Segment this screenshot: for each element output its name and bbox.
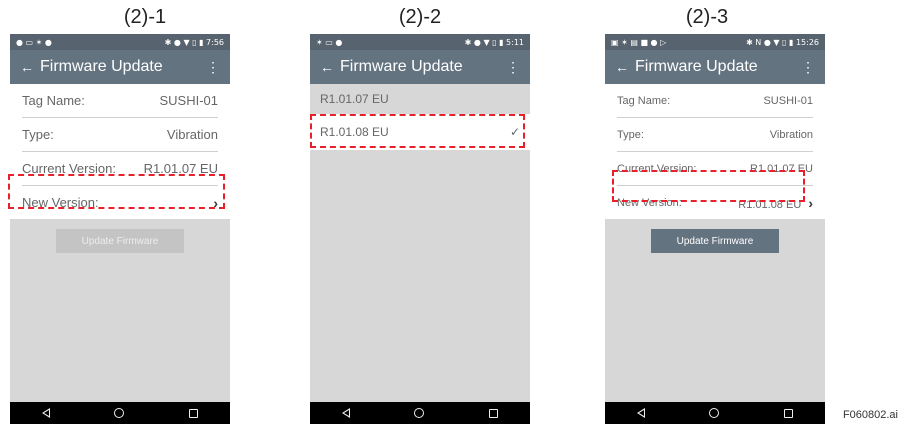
status-bar: ✶ ▭ ● ✱ ● ▼ ▯ ▮ 5:11	[310, 34, 530, 50]
nav-bar	[605, 402, 825, 424]
type-value: Vibration	[769, 128, 813, 141]
type-row: Type: Vibration	[617, 118, 813, 152]
back-arrow-icon[interactable]: ←	[615, 59, 635, 75]
nav-back-icon[interactable]	[42, 408, 51, 418]
tag-name-label: Tag Name:	[617, 94, 671, 107]
app-bar: ← Firmware Update ⋮	[310, 50, 530, 84]
current-version-row: Current Version: R1.01.07 EU	[617, 152, 813, 186]
type-value: Vibration	[166, 127, 218, 142]
new-version-row[interactable]: New Version: ›	[22, 186, 218, 219]
current-version-label: Current Version:	[22, 161, 116, 176]
overflow-menu-icon[interactable]: ⋮	[506, 59, 520, 76]
phone-screen-2: ✶ ▭ ● ✱ ● ▼ ▯ ▮ 5:11 ← Firmware Update ⋮…	[310, 34, 530, 424]
status-right-icons: ✱ ● ▼ ▯ ▮ 5:11	[464, 37, 524, 47]
tag-name-value: SUSHI-01	[159, 93, 218, 108]
nav-home-icon[interactable]	[709, 408, 720, 418]
new-version-label: New Version:	[617, 196, 682, 209]
screen2-caption: (2)-2	[398, 6, 442, 28]
tag-name-value: SUSHI-01	[763, 94, 813, 107]
app-bar: ← Firmware Update ⋮	[10, 50, 230, 84]
current-version-row: Current Version: R1.01.07 EU	[22, 152, 218, 186]
update-firmware-button: Update Firmware	[56, 229, 184, 253]
update-firmware-button[interactable]: Update Firmware	[651, 229, 779, 253]
nav-back-icon[interactable]	[342, 408, 351, 418]
nav-bar	[10, 402, 230, 424]
nav-recents-icon[interactable]	[188, 408, 198, 418]
status-left-icons: ● ▭ ✶ ●	[16, 37, 52, 47]
current-version-value: R1.01.07 EU	[143, 161, 218, 176]
device-info-panel: Tag Name: SUSHI-01 Type: Vibration Curre…	[10, 84, 230, 219]
version-option[interactable]: R1.01.07 EU	[310, 84, 530, 114]
phone-screen-1: ● ▭ ✶ ● ✱ ● ▼ ▯ ▮ 7:56 ← Firmware Update…	[10, 34, 230, 424]
type-label: Type:	[617, 128, 644, 141]
overflow-menu-icon[interactable]: ⋮	[801, 59, 815, 76]
chevron-right-icon: ›	[213, 194, 218, 211]
chevron-right-icon: ›	[808, 194, 813, 211]
screen1-caption: (2)-1	[123, 6, 167, 28]
status-left-icons: ✶ ▭ ●	[316, 37, 343, 47]
nav-recents-icon[interactable]	[488, 408, 498, 418]
back-arrow-icon[interactable]: ←	[320, 59, 340, 75]
new-version-label: New Version:	[22, 195, 99, 210]
device-info-panel: Tag Name: SUSHI-01 Type: Vibration Curre…	[605, 84, 825, 219]
new-version-value: R1.01.08 EU	[738, 198, 802, 211]
status-bar: ▣ ✶ ▤ ■ ● ▷ ✱ N ● ▼ ▯ ▮ 15:26	[605, 34, 825, 50]
page-title: Firmware Update	[340, 58, 463, 75]
tag-name-label: Tag Name:	[22, 93, 85, 108]
version-option-label: R1.01.07 EU	[320, 92, 389, 106]
nav-back-icon[interactable]	[637, 408, 646, 418]
overflow-menu-icon[interactable]: ⋮	[206, 59, 220, 76]
nav-home-icon[interactable]	[414, 408, 425, 418]
phone-screen-3: ▣ ✶ ▤ ■ ● ▷ ✱ N ● ▼ ▯ ▮ 15:26 ← Firmware…	[605, 34, 825, 424]
check-icon: ✓	[509, 125, 520, 139]
tag-name-row: Tag Name: SUSHI-01	[22, 84, 218, 118]
version-option-label: R1.01.08 EU	[320, 125, 389, 139]
version-option-selected[interactable]: R1.01.08 EU ✓	[310, 114, 530, 150]
type-label: Type:	[22, 127, 54, 142]
status-left-icons: ▣ ✶ ▤ ■ ● ▷	[611, 37, 667, 47]
page-title: Firmware Update	[40, 58, 163, 75]
nav-recents-icon[interactable]	[783, 408, 793, 418]
figure-id-label: F060802.ai	[842, 409, 898, 421]
screen3-caption: (2)-3	[685, 6, 729, 28]
tag-name-row: Tag Name: SUSHI-01	[617, 84, 813, 118]
status-right-icons: ✱ ● ▼ ▯ ▮ 7:56	[164, 37, 224, 47]
back-arrow-icon[interactable]: ←	[20, 59, 40, 75]
type-row: Type: Vibration	[22, 118, 218, 152]
nav-home-icon[interactable]	[114, 408, 125, 418]
status-bar: ● ▭ ✶ ● ✱ ● ▼ ▯ ▮ 7:56	[10, 34, 230, 50]
current-version-label: Current Version:	[617, 162, 697, 175]
page-title: Firmware Update	[635, 58, 758, 75]
current-version-value: R1.01.07 EU	[750, 162, 813, 175]
status-right-icons: ✱ N ● ▼ ▯ ▮ 15:26	[746, 37, 819, 47]
app-bar: ← Firmware Update ⋮	[605, 50, 825, 84]
nav-bar	[310, 402, 530, 424]
new-version-row[interactable]: New Version: R1.01.08 EU ›	[617, 186, 813, 219]
